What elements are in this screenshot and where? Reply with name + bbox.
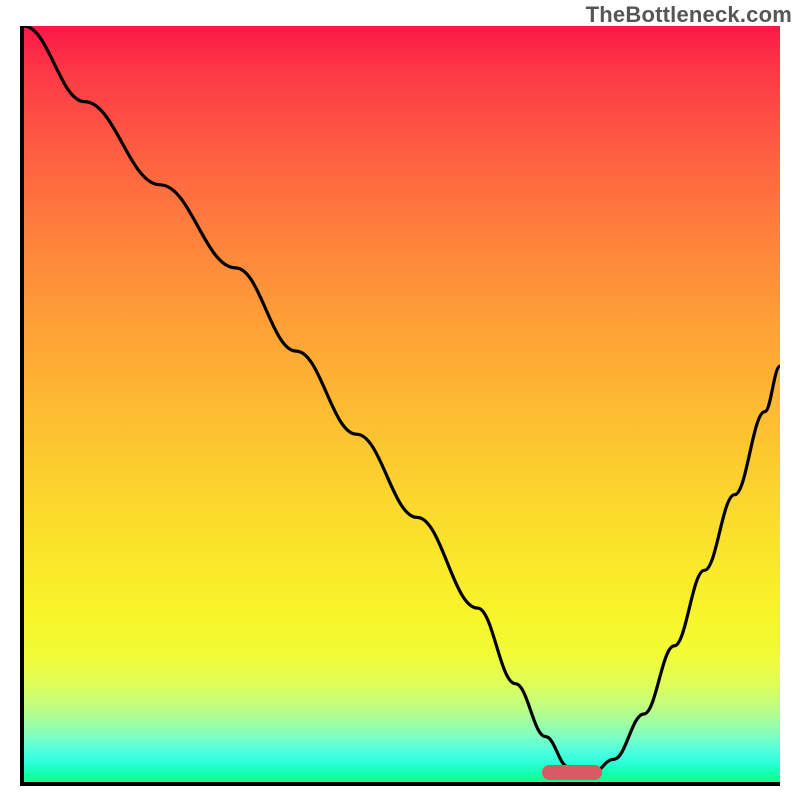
bottleneck-curve xyxy=(24,26,780,782)
watermark-text: TheBottleneck.com xyxy=(586,2,792,28)
plot-area xyxy=(20,26,780,786)
minimum-marker xyxy=(542,765,603,780)
curve-path xyxy=(24,26,780,774)
chart-container: TheBottleneck.com xyxy=(0,0,800,800)
